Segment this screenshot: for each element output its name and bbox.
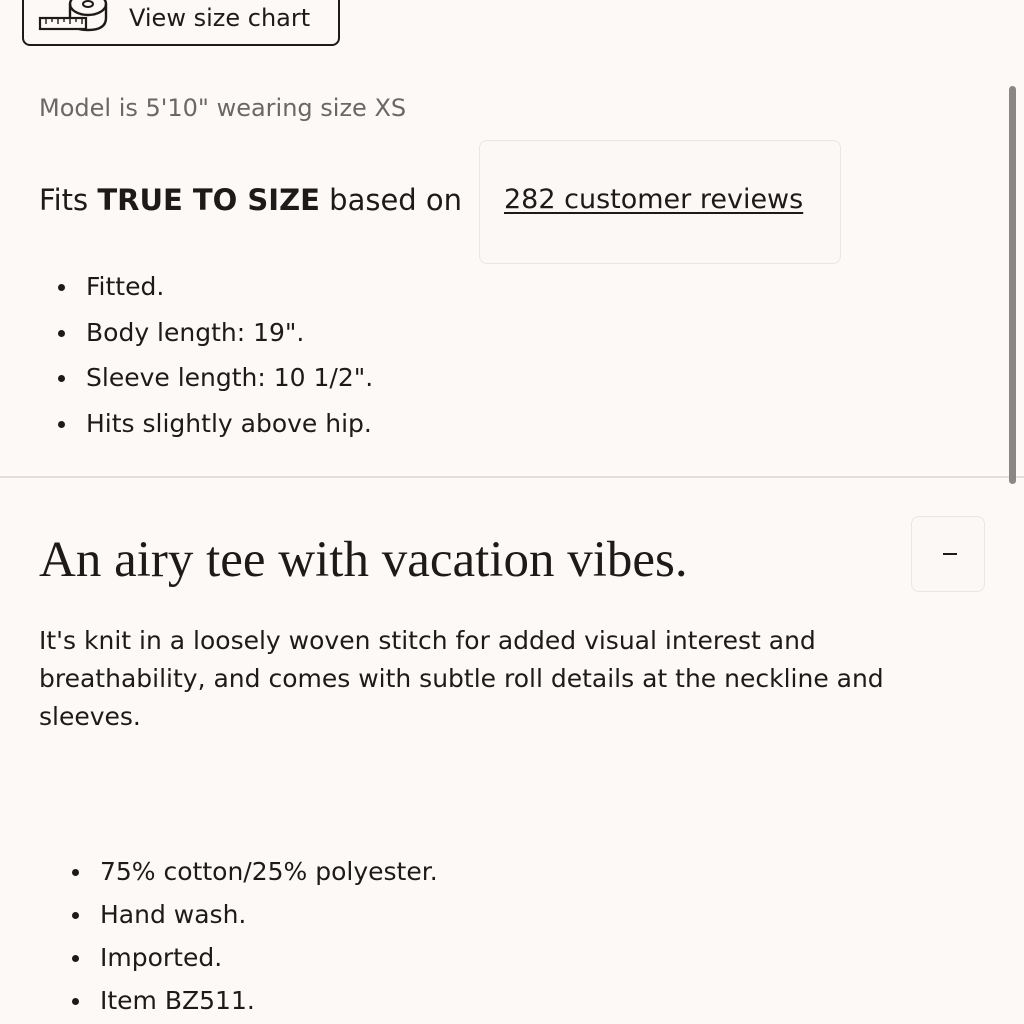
list-item: Imported. [70,937,438,980]
list-item: Fitted. [56,266,373,312]
fit-suffix: based on [319,183,463,217]
model-note: Model is 5'10" wearing size XS [39,94,407,122]
list-item: Hits slightly above hip. [56,403,373,449]
product-headline: An airy tee with vacation vibes. [39,532,688,588]
view-size-chart-button[interactable]: View size chart [22,0,340,46]
fit-rating: TRUE TO SIZE [97,183,320,217]
fit-summary: Fits TRUE TO SIZE based on [39,182,462,218]
scrollbar[interactable] [1009,86,1016,484]
section-divider [0,476,1024,478]
list-item: Body length: 19". [56,312,373,358]
product-description: It's knit in a loosely woven stitch for … [39,626,884,731]
list-item: Hand wash. [70,894,438,937]
minus-icon [943,553,957,555]
fit-prefix: Fits [39,183,98,217]
product-specs-list: 75% cotton/25% polyester. Hand wash. Imp… [70,851,438,1023]
list-item: 75% cotton/25% polyester. [70,851,438,894]
size-chart-label: View size chart [129,4,311,32]
collapse-section-button[interactable] [911,516,985,592]
fit-details-list: Fitted. Body length: 19". Sleeve length:… [56,266,373,448]
list-item: Sleeve length: 10 1/2". [56,357,373,403]
list-item: Item BZ511. [70,980,438,1023]
measuring-tape-icon [38,0,110,36]
customer-reviews-link[interactable]: 282 customer reviews [504,183,803,217]
